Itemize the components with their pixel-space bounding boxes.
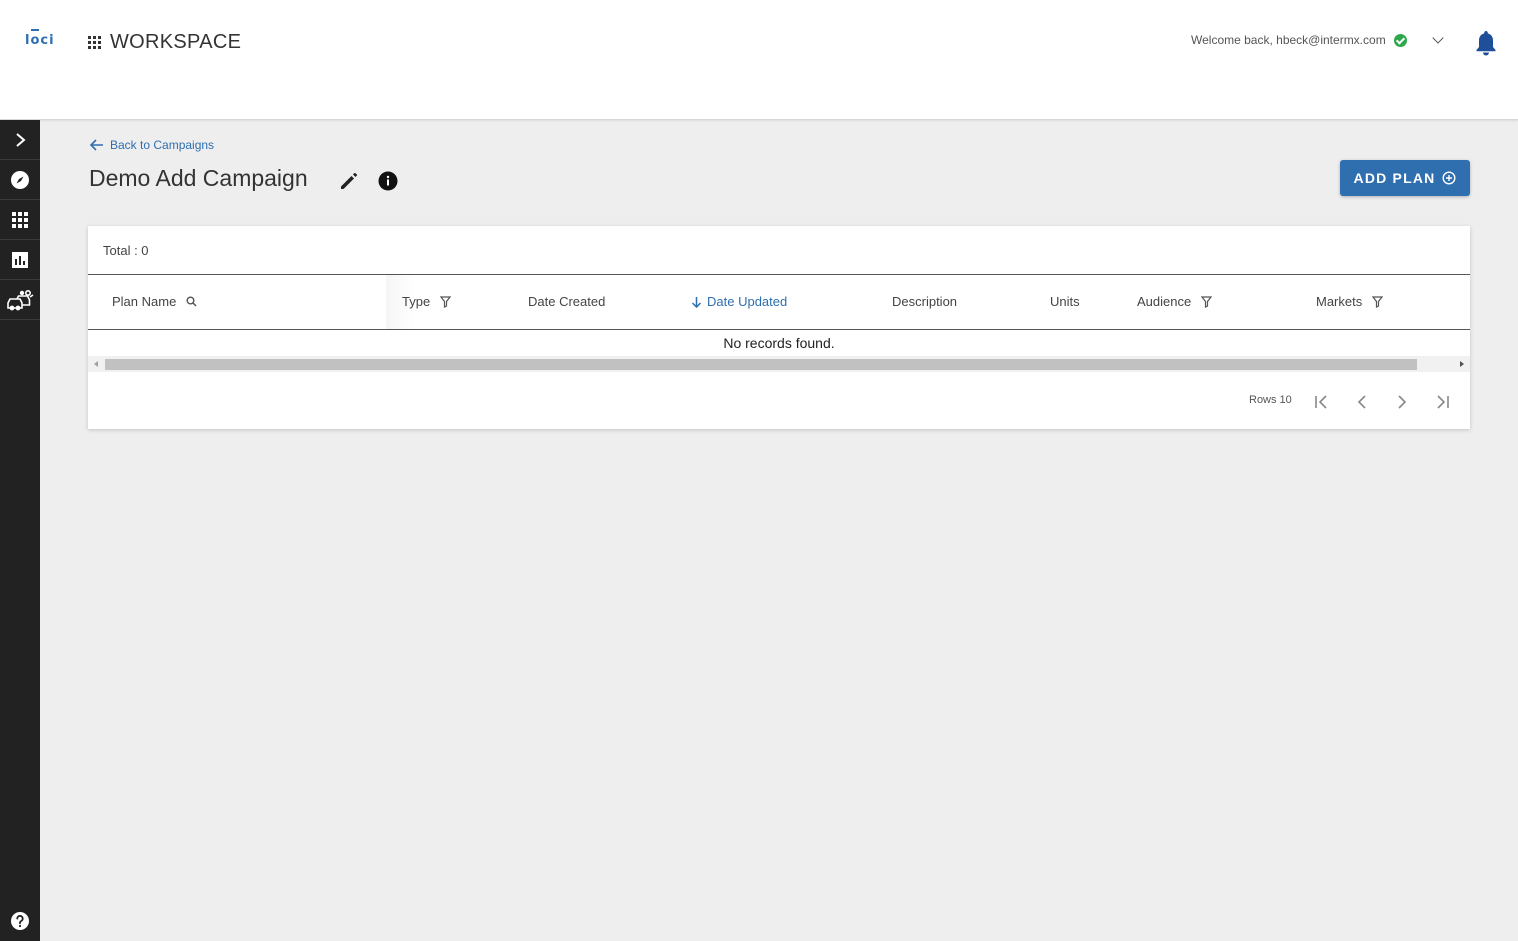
horizontal-scrollbar[interactable] — [88, 356, 1470, 372]
column-type[interactable]: Type — [402, 294, 452, 309]
welcome-text: Welcome back, hbeck@intermx.com — [1191, 33, 1386, 47]
column-description[interactable]: Description — [892, 294, 957, 309]
column-label: Date Updated — [707, 294, 788, 309]
scrollbar-thumb[interactable] — [105, 359, 1417, 370]
next-page-button[interactable] — [1392, 392, 1412, 412]
logo[interactable]: loci — [25, 29, 55, 48]
bar-chart-icon — [12, 251, 28, 268]
grid-icon — [12, 211, 28, 228]
scroll-right-icon[interactable] — [1460, 361, 1464, 367]
column-label: Date Created — [528, 294, 606, 309]
search-icon[interactable] — [186, 296, 197, 307]
add-plan-label: ADD PLAN — [1353, 170, 1436, 186]
bell-icon[interactable] — [1474, 29, 1498, 62]
arrow-left-icon — [90, 139, 103, 151]
sidebar-item-explore[interactable] — [0, 160, 40, 200]
workspace-title: WORKSPACE — [110, 31, 242, 53]
sidebar-item-traffic[interactable] — [0, 280, 40, 320]
divider — [88, 329, 1470, 330]
filter-icon[interactable] — [1201, 295, 1213, 308]
total-count: Total : 0 — [103, 243, 149, 258]
workspace-menu[interactable]: WORKSPACE — [88, 31, 241, 54]
last-page-icon — [1437, 395, 1449, 409]
empty-message: No records found. — [723, 335, 835, 351]
column-date-created[interactable]: Date Created — [528, 294, 605, 309]
user-menu[interactable]: Welcome back, hbeck@intermx.com — [1191, 33, 1407, 47]
chevron-right-icon — [16, 132, 26, 147]
column-label: Type — [402, 294, 431, 309]
column-units[interactable]: Units — [1050, 294, 1080, 309]
sidebar-item-reports[interactable] — [0, 240, 40, 280]
chevron-left-icon — [1357, 395, 1366, 409]
filter-icon[interactable] — [440, 295, 452, 308]
sidebar-item-workspace[interactable] — [0, 200, 40, 240]
compass-icon — [11, 170, 29, 189]
help-button[interactable] — [0, 901, 40, 941]
page-title: Demo Add Campaign — [89, 165, 308, 191]
rows-per-page[interactable]: Rows 10 — [1249, 394, 1292, 406]
scroll-left-icon[interactable] — [94, 361, 98, 367]
column-label: Plan Name — [112, 294, 177, 309]
column-label: Description — [892, 294, 958, 309]
chevron-down-icon[interactable] — [1432, 32, 1444, 44]
column-audience[interactable]: Audience — [1137, 294, 1213, 309]
column-date-updated[interactable]: Date Updated — [691, 294, 787, 309]
plans-table: Total : 0 Plan Name Type Date Created Da… — [88, 226, 1470, 429]
column-label: Units — [1050, 294, 1080, 309]
help-icon — [11, 912, 29, 930]
info-icon[interactable] — [378, 171, 398, 196]
grid-icon — [88, 36, 101, 49]
sidebar-expand-button[interactable] — [0, 120, 40, 160]
filter-icon[interactable] — [1372, 295, 1384, 308]
back-to-campaigns-link[interactable]: Back to Campaigns — [90, 138, 214, 152]
first-page-icon — [1315, 395, 1327, 409]
pencil-icon[interactable] — [339, 171, 359, 196]
back-link-label: Back to Campaigns — [110, 138, 215, 152]
chevron-right-icon — [1398, 395, 1407, 409]
plus-circle-icon — [1442, 171, 1456, 185]
cars-icon — [7, 289, 34, 310]
column-label: Markets — [1316, 294, 1363, 309]
divider — [88, 274, 1470, 275]
first-page-button[interactable] — [1312, 392, 1332, 412]
column-label: Audience — [1137, 294, 1192, 309]
prev-page-button[interactable] — [1352, 392, 1372, 412]
add-plan-button[interactable]: ADD PLAN — [1340, 160, 1470, 196]
sidebar — [0, 120, 40, 941]
column-markets[interactable]: Markets — [1316, 294, 1384, 309]
top-bar: loci WORKSPACE Welcome back, hbeck@inter… — [0, 0, 1518, 120]
check-circle-icon — [1393, 33, 1407, 47]
arrow-down-icon — [691, 296, 702, 308]
column-plan-name[interactable]: Plan Name — [112, 294, 197, 309]
last-page-button[interactable] — [1432, 392, 1452, 412]
